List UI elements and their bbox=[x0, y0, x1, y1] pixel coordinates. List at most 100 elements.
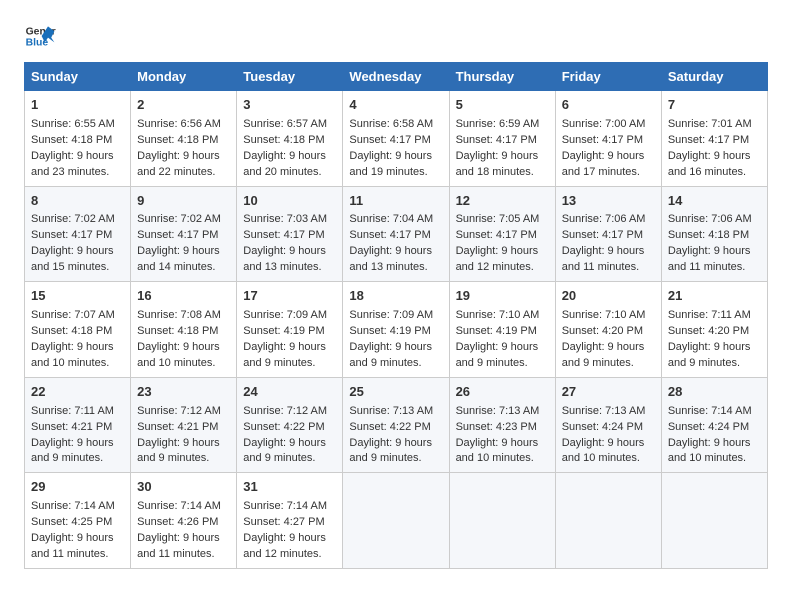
day-info: Sunrise: 7:09 AMSunset: 4:19 PMDaylight:… bbox=[243, 309, 327, 369]
header-cell-tuesday: Tuesday bbox=[237, 63, 343, 91]
day-info: Sunrise: 7:12 AMSunset: 4:21 PMDaylight:… bbox=[137, 405, 221, 465]
day-number: 1 bbox=[31, 96, 124, 115]
day-cell: 29Sunrise: 7:14 AMSunset: 4:25 PMDayligh… bbox=[25, 473, 131, 569]
day-cell: 16 Sunrise: 7:08 AMSunset: 4:18 PMDayligh… bbox=[131, 282, 237, 378]
day-info: Sunrise: 6:55 AMSunset: 4:18 PMDaylight:… bbox=[31, 118, 115, 178]
week-row-5: 29Sunrise: 7:14 AMSunset: 4:25 PMDayligh… bbox=[25, 473, 768, 569]
day-cell bbox=[449, 473, 555, 569]
day-number: 8 bbox=[31, 192, 124, 211]
day-cell bbox=[661, 473, 767, 569]
week-row-2: 8 Sunrise: 7:02 AMSunset: 4:17 PMDaylight… bbox=[25, 186, 768, 282]
day-cell: 17 Sunrise: 7:09 AMSunset: 4:19 PMDayligh… bbox=[237, 282, 343, 378]
header-cell-friday: Friday bbox=[555, 63, 661, 91]
page-header: General Blue bbox=[24, 20, 768, 52]
day-info: Sunrise: 7:13 AMSunset: 4:22 PMDaylight:… bbox=[349, 405, 433, 465]
day-info: Sunrise: 6:56 AMSunset: 4:18 PMDaylight:… bbox=[137, 118, 221, 178]
day-info: Sunrise: 7:09 AMSunset: 4:19 PMDaylight:… bbox=[349, 309, 433, 369]
day-cell: 5 Sunrise: 6:59 AMSunset: 4:17 PMDaylight… bbox=[449, 91, 555, 187]
day-number: 5 bbox=[456, 96, 549, 115]
day-cell: 8 Sunrise: 7:02 AMSunset: 4:17 PMDaylight… bbox=[25, 186, 131, 282]
day-cell: 6 Sunrise: 7:00 AMSunset: 4:17 PMDaylight… bbox=[555, 91, 661, 187]
day-number: 2 bbox=[137, 96, 230, 115]
day-cell: 24 Sunrise: 7:12 AMSunset: 4:22 PMDayligh… bbox=[237, 377, 343, 473]
day-info: Sunrise: 7:00 AMSunset: 4:17 PMDaylight:… bbox=[562, 118, 646, 178]
day-info: Sunrise: 7:04 AMSunset: 4:17 PMDaylight:… bbox=[349, 213, 433, 273]
day-info: Sunrise: 7:14 AMSunset: 4:25 PMDaylight:… bbox=[31, 500, 115, 560]
day-cell: 28 Sunrise: 7:14 AMSunset: 4:24 PMDayligh… bbox=[661, 377, 767, 473]
day-number: 7 bbox=[668, 96, 761, 115]
day-cell: 27 Sunrise: 7:13 AMSunset: 4:24 PMDayligh… bbox=[555, 377, 661, 473]
day-cell: 4Sunrise: 6:58 AMSunset: 4:17 PMDaylight… bbox=[343, 91, 449, 187]
day-number: 25 bbox=[349, 383, 442, 402]
day-info: Sunrise: 7:14 AMSunset: 4:27 PMDaylight:… bbox=[243, 500, 327, 560]
day-info: Sunrise: 7:05 AMSunset: 4:17 PMDaylight:… bbox=[456, 213, 540, 273]
day-number: 3 bbox=[243, 96, 336, 115]
day-cell: 26Sunrise: 7:13 AMSunset: 4:23 PMDayligh… bbox=[449, 377, 555, 473]
day-cell: 10Sunrise: 7:03 AMSunset: 4:17 PMDayligh… bbox=[237, 186, 343, 282]
day-cell: 23 Sunrise: 7:12 AMSunset: 4:21 PMDayligh… bbox=[131, 377, 237, 473]
day-number: 6 bbox=[562, 96, 655, 115]
day-info: Sunrise: 7:03 AMSunset: 4:17 PMDaylight:… bbox=[243, 213, 327, 273]
day-cell: 2 Sunrise: 6:56 AMSunset: 4:18 PMDaylight… bbox=[131, 91, 237, 187]
header-cell-thursday: Thursday bbox=[449, 63, 555, 91]
day-info: Sunrise: 7:14 AMSunset: 4:24 PMDaylight:… bbox=[668, 405, 752, 465]
day-cell: 25 Sunrise: 7:13 AMSunset: 4:22 PMDayligh… bbox=[343, 377, 449, 473]
logo-icon: General Blue bbox=[24, 20, 56, 52]
day-number: 18 bbox=[349, 287, 442, 306]
day-number: 17 bbox=[243, 287, 336, 306]
day-info: Sunrise: 7:13 AMSunset: 4:24 PMDaylight:… bbox=[562, 405, 646, 465]
day-cell: 19 Sunrise: 7:10 AMSunset: 4:19 PMDayligh… bbox=[449, 282, 555, 378]
day-number: 28 bbox=[668, 383, 761, 402]
header-cell-sunday: Sunday bbox=[25, 63, 131, 91]
day-cell: 21 Sunrise: 7:11 AMSunset: 4:20 PMDayligh… bbox=[661, 282, 767, 378]
day-number: 30 bbox=[137, 478, 230, 497]
day-number: 11 bbox=[349, 192, 442, 211]
day-info: Sunrise: 7:12 AMSunset: 4:22 PMDaylight:… bbox=[243, 405, 327, 465]
day-info: Sunrise: 7:11 AMSunset: 4:21 PMDaylight:… bbox=[31, 405, 114, 465]
day-info: Sunrise: 7:07 AMSunset: 4:18 PMDaylight:… bbox=[31, 309, 115, 369]
day-cell: 31Sunrise: 7:14 AMSunset: 4:27 PMDayligh… bbox=[237, 473, 343, 569]
day-number: 24 bbox=[243, 383, 336, 402]
day-info: Sunrise: 7:02 AMSunset: 4:17 PMDaylight:… bbox=[31, 213, 115, 273]
header-cell-monday: Monday bbox=[131, 63, 237, 91]
day-info: Sunrise: 7:10 AMSunset: 4:20 PMDaylight:… bbox=[562, 309, 646, 369]
day-number: 22 bbox=[31, 383, 124, 402]
day-number: 16 bbox=[137, 287, 230, 306]
day-info: Sunrise: 7:02 AMSunset: 4:17 PMDaylight:… bbox=[137, 213, 221, 273]
day-info: Sunrise: 7:06 AMSunset: 4:17 PMDaylight:… bbox=[562, 213, 646, 273]
calendar-table: SundayMondayTuesdayWednesdayThursdayFrid… bbox=[24, 62, 768, 569]
day-info: Sunrise: 6:57 AMSunset: 4:18 PMDaylight:… bbox=[243, 118, 327, 178]
day-number: 27 bbox=[562, 383, 655, 402]
day-cell: 13Sunrise: 7:06 AMSunset: 4:17 PMDayligh… bbox=[555, 186, 661, 282]
day-info: Sunrise: 7:13 AMSunset: 4:23 PMDaylight:… bbox=[456, 405, 540, 465]
day-number: 21 bbox=[668, 287, 761, 306]
day-info: Sunrise: 7:01 AMSunset: 4:17 PMDaylight:… bbox=[668, 118, 752, 178]
day-cell: 9Sunrise: 7:02 AMSunset: 4:17 PMDaylight… bbox=[131, 186, 237, 282]
day-number: 20 bbox=[562, 287, 655, 306]
day-info: Sunrise: 6:59 AMSunset: 4:17 PMDaylight:… bbox=[456, 118, 540, 178]
day-cell: 7 Sunrise: 7:01 AMSunset: 4:17 PMDaylight… bbox=[661, 91, 767, 187]
day-cell: 30 Sunrise: 7:14 AMSunset: 4:26 PMDayligh… bbox=[131, 473, 237, 569]
day-info: Sunrise: 7:11 AMSunset: 4:20 PMDaylight:… bbox=[668, 309, 751, 369]
logo: General Blue bbox=[24, 20, 56, 52]
day-cell: 11 Sunrise: 7:04 AMSunset: 4:17 PMDayligh… bbox=[343, 186, 449, 282]
day-info: Sunrise: 7:08 AMSunset: 4:18 PMDaylight:… bbox=[137, 309, 221, 369]
day-cell: 22 Sunrise: 7:11 AMSunset: 4:21 PMDayligh… bbox=[25, 377, 131, 473]
day-info: Sunrise: 7:14 AMSunset: 4:26 PMDaylight:… bbox=[137, 500, 221, 560]
day-cell: 20 Sunrise: 7:10 AMSunset: 4:20 PMDayligh… bbox=[555, 282, 661, 378]
week-row-3: 15 Sunrise: 7:07 AMSunset: 4:18 PMDayligh… bbox=[25, 282, 768, 378]
header-row: SundayMondayTuesdayWednesdayThursdayFrid… bbox=[25, 63, 768, 91]
day-number: 12 bbox=[456, 192, 549, 211]
day-cell bbox=[555, 473, 661, 569]
day-number: 23 bbox=[137, 383, 230, 402]
day-cell: 12 Sunrise: 7:05 AMSunset: 4:17 PMDayligh… bbox=[449, 186, 555, 282]
day-number: 15 bbox=[31, 287, 124, 306]
day-cell: 14Sunrise: 7:06 AMSunset: 4:18 PMDayligh… bbox=[661, 186, 767, 282]
day-cell: 18 Sunrise: 7:09 AMSunset: 4:19 PMDayligh… bbox=[343, 282, 449, 378]
week-row-1: 1 Sunrise: 6:55 AMSunset: 4:18 PMDaylight… bbox=[25, 91, 768, 187]
header-cell-saturday: Saturday bbox=[661, 63, 767, 91]
day-info: Sunrise: 7:06 AMSunset: 4:18 PMDaylight:… bbox=[668, 213, 752, 273]
day-info: Sunrise: 7:10 AMSunset: 4:19 PMDaylight:… bbox=[456, 309, 540, 369]
day-number: 19 bbox=[456, 287, 549, 306]
header-cell-wednesday: Wednesday bbox=[343, 63, 449, 91]
